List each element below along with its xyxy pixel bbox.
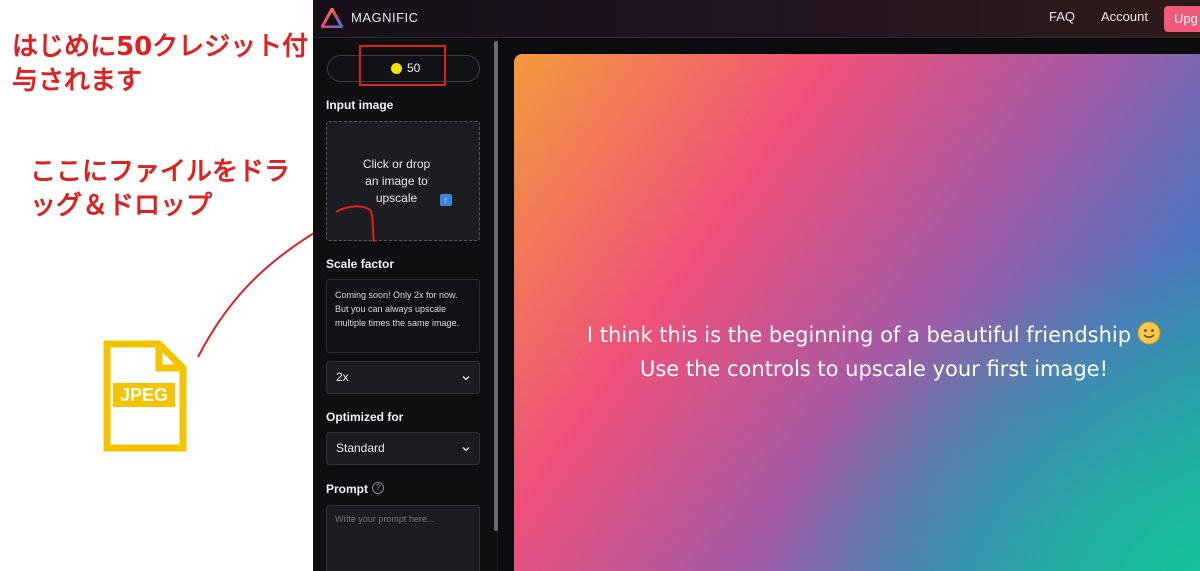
jpeg-file-label: JPEG — [113, 383, 175, 407]
welcome-message: I think this is the beginning of a beaut… — [514, 318, 1200, 386]
nav-account-link[interactable]: Account — [1101, 9, 1148, 24]
optimized-for-label: Optimized for — [326, 410, 404, 424]
credits-annotation: はじめに50クレジット付与されます — [12, 32, 309, 96]
scale-factor-label: Scale factor — [326, 257, 395, 271]
chevron-down-icon — [462, 447, 470, 452]
upgrade-button[interactable]: Upg — [1164, 6, 1200, 32]
prompt-label: Prompt — [326, 482, 368, 496]
sidebar-scrollbar[interactable] — [494, 41, 498, 531]
top-bar: MAGNIFIC FAQ Account Upg — [313, 0, 1200, 38]
help-icon[interactable]: ? — [372, 482, 384, 494]
scale-factor-value: 2x — [336, 370, 349, 384]
optimized-for-select[interactable]: Standard — [326, 432, 480, 465]
controls-sidebar: 50 Input image Click or drop an image to… — [313, 39, 498, 571]
welcome-line-1: I think this is the beginning of a beaut… — [514, 318, 1200, 352]
scale-factor-note: Coming soon! Only 2x for now. But you ca… — [326, 279, 480, 353]
welcome-line-1-text: I think this is the beginning of a beaut… — [586, 323, 1132, 347]
brand-name: MAGNIFIC — [351, 10, 419, 25]
prompt-input[interactable] — [326, 505, 480, 571]
nav-faq-link[interactable]: FAQ — [1049, 9, 1075, 24]
screenshot: はじめに50クレジット付与されます ここにファイルをドラッグ＆ドロップ JPEG… — [0, 0, 1200, 571]
chevron-down-icon — [462, 376, 470, 381]
smiley-icon — [1137, 321, 1161, 345]
up-arrow-icon: ↑ — [439, 194, 452, 206]
preview-canvas: I think this is the beginning of a beaut… — [514, 54, 1200, 571]
credits-highlight-box — [359, 45, 446, 86]
welcome-line-2: Use the controls to upscale your first i… — [639, 357, 1109, 381]
magnific-logo-icon — [321, 8, 343, 28]
app-window: MAGNIFIC FAQ Account Upg 50 Input image … — [313, 0, 1200, 571]
arrow-curl-mark — [335, 205, 375, 243]
scale-factor-select[interactable]: 2x — [326, 361, 480, 394]
input-image-label: Input image — [326, 98, 394, 112]
optimized-for-value: Standard — [336, 441, 385, 455]
